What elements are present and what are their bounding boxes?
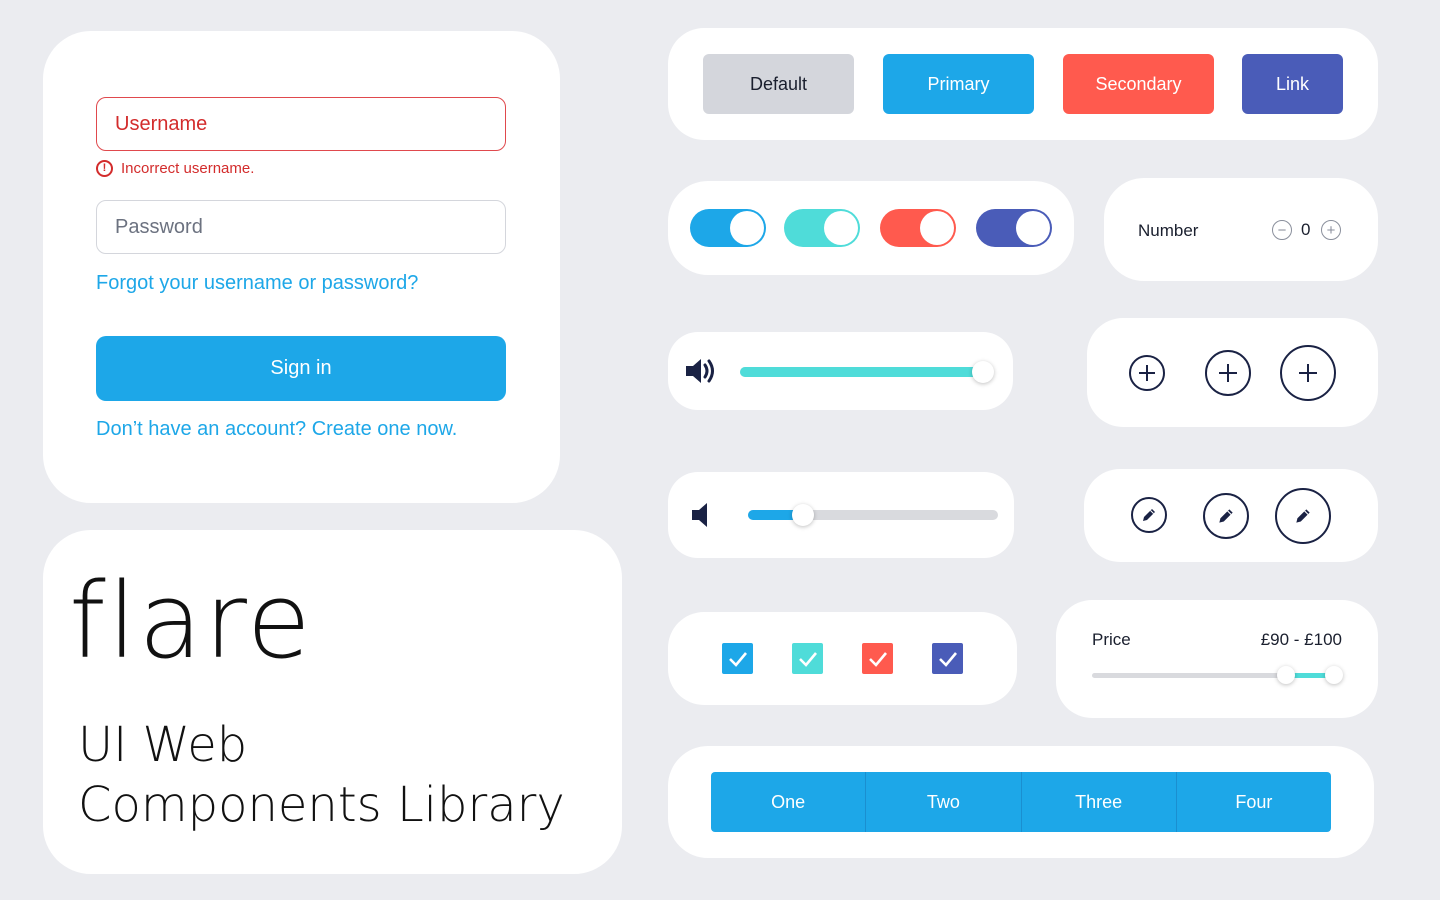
add-button-large[interactable] xyxy=(1280,345,1336,401)
username-error: ! Incorrect username. xyxy=(96,160,254,177)
subtitle-line-1: UI Web xyxy=(78,717,248,773)
checkbox-teal[interactable] xyxy=(792,643,823,674)
price-range-value: £90 - £100 xyxy=(1260,630,1342,649)
error-message: Incorrect username. xyxy=(121,160,255,177)
number-stepper-card: Number − 0 + xyxy=(1104,178,1378,281)
checkbox-red[interactable] xyxy=(862,643,893,674)
brand-card: flare UI Web Components Library xyxy=(43,530,622,874)
checkboxes-card xyxy=(668,612,1017,705)
tab-three[interactable]: Three xyxy=(1022,772,1177,832)
price-track[interactable] xyxy=(1092,666,1343,684)
username-placeholder: Username xyxy=(115,112,208,135)
brand-subtitle: UI Web Components Library xyxy=(78,715,565,835)
volume-fill xyxy=(740,367,983,377)
buttons-card: Default Primary Secondary Link xyxy=(668,28,1378,140)
add-button-medium[interactable] xyxy=(1205,350,1251,396)
edit-button-small[interactable] xyxy=(1131,497,1167,533)
username-field[interactable]: Username xyxy=(96,97,506,151)
number-value: 0 xyxy=(1301,220,1311,239)
pencil-icon xyxy=(1143,509,1155,521)
volume-slider-card-low xyxy=(668,472,1014,558)
volume-track[interactable] xyxy=(748,504,998,526)
toggle-indigo[interactable] xyxy=(976,209,1052,247)
volume-slider-card-high xyxy=(668,332,1013,410)
add-buttons-card xyxy=(1087,318,1378,427)
tab-one[interactable]: One xyxy=(711,772,867,832)
volume-thumb[interactable] xyxy=(792,504,814,526)
primary-button[interactable]: Primary xyxy=(883,54,1034,114)
toggle-red[interactable] xyxy=(880,209,956,247)
check-icon xyxy=(728,651,747,667)
price-label: Price xyxy=(1092,630,1131,649)
login-card: Username ! Incorrect username. Password … xyxy=(43,31,560,503)
default-button[interactable]: Default xyxy=(703,54,854,114)
plus-icon[interactable]: + xyxy=(1321,220,1341,240)
toggle-teal[interactable] xyxy=(784,209,860,247)
forgot-credentials-link[interactable]: Forgot your username or password? xyxy=(96,272,418,295)
flare-logo: flare xyxy=(69,560,313,682)
pencil-icon xyxy=(1296,509,1310,523)
secondary-button[interactable]: Secondary xyxy=(1063,54,1214,114)
price-range-card: Price £90 - £100 xyxy=(1056,600,1378,718)
subtitle-line-2: Components Library xyxy=(78,777,565,833)
minus-icon[interactable]: − xyxy=(1272,220,1292,240)
toggle-knob xyxy=(920,211,954,245)
check-icon xyxy=(938,651,957,667)
edit-button-large[interactable] xyxy=(1275,488,1331,544)
tabs-card: One Two Three Four xyxy=(668,746,1374,858)
password-field[interactable]: Password xyxy=(96,200,506,254)
tab-bar: One Two Three Four xyxy=(711,772,1331,832)
checkbox-indigo[interactable] xyxy=(932,643,963,674)
check-icon xyxy=(868,651,887,667)
plus-icon xyxy=(1139,365,1155,381)
volume-high-icon xyxy=(686,359,714,383)
tab-four[interactable]: Four xyxy=(1177,772,1331,832)
tab-two[interactable]: Two xyxy=(866,772,1022,832)
edit-button-medium[interactable] xyxy=(1203,493,1249,539)
plus-icon xyxy=(1219,364,1237,382)
volume-low-icon xyxy=(692,503,707,527)
number-label: Number xyxy=(1138,221,1199,240)
toggle-knob xyxy=(730,211,764,245)
sign-in-button[interactable]: Sign in xyxy=(96,336,506,401)
price-thumb-high[interactable] xyxy=(1325,666,1343,684)
toggle-knob xyxy=(1016,211,1050,245)
pencil-icon xyxy=(1219,509,1233,523)
toggle-knob xyxy=(824,211,858,245)
volume-track[interactable] xyxy=(740,361,994,383)
edit-buttons-card xyxy=(1084,469,1378,562)
price-thumb-low[interactable] xyxy=(1277,666,1295,684)
add-button-small[interactable] xyxy=(1129,355,1165,391)
volume-thumb[interactable] xyxy=(972,361,994,383)
checkbox-blue[interactable] xyxy=(722,643,753,674)
toggles-card xyxy=(668,181,1074,275)
check-icon xyxy=(798,651,817,667)
error-icon: ! xyxy=(96,160,113,177)
create-account-link[interactable]: Don’t have an account? Create one now. xyxy=(96,418,457,441)
password-placeholder: Password xyxy=(115,215,203,238)
link-button[interactable]: Link xyxy=(1242,54,1343,114)
toggle-blue[interactable] xyxy=(690,209,766,247)
plus-icon xyxy=(1299,364,1317,382)
